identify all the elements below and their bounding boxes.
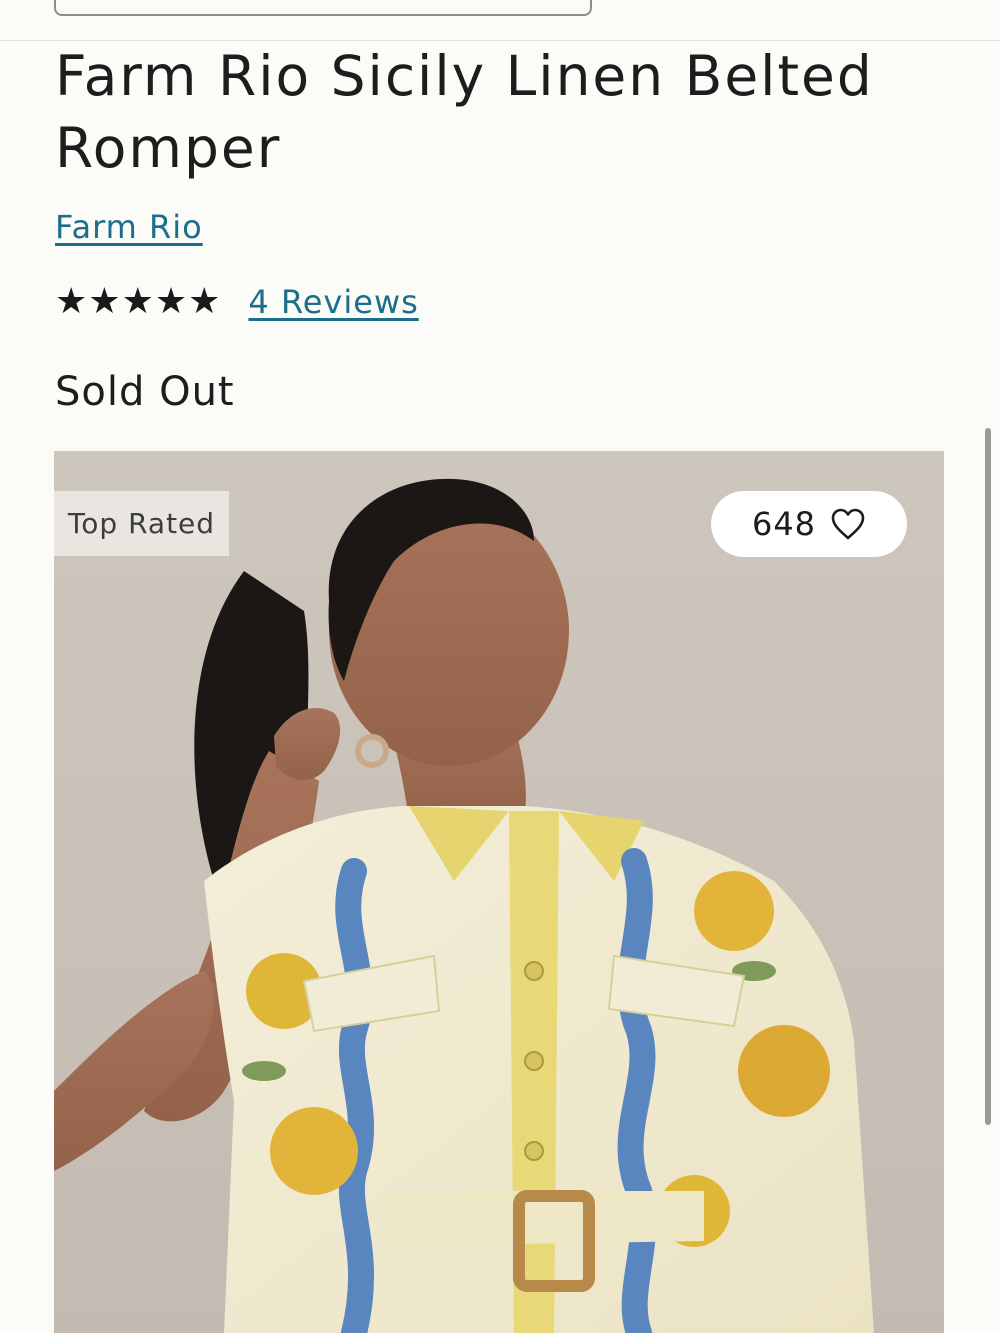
star-icon: ★ xyxy=(188,281,221,322)
scrollbar[interactable] xyxy=(985,428,991,1125)
availability-status: Sold Out xyxy=(55,369,235,415)
star-icon: ★ xyxy=(154,281,188,322)
search-field[interactable] xyxy=(54,0,592,16)
rating-row: ★ ★ ★ ★ ★ 4 Reviews xyxy=(55,282,419,322)
top-rated-badge: Top Rated xyxy=(54,491,229,556)
product-image[interactable] xyxy=(54,451,944,1333)
product-page: Farm Rio Sicily Linen Belted Romper Farm… xyxy=(0,0,1000,1333)
star-icon: ★ xyxy=(88,281,121,322)
star-rating: ★ ★ ★ ★ ★ xyxy=(55,282,220,322)
favorites-count: 648 xyxy=(751,505,817,543)
model-photo xyxy=(54,478,874,1333)
product-title: Farm Rio Sicily Linen Belted Romper xyxy=(55,44,874,180)
reviews-link[interactable]: 4 Reviews xyxy=(248,282,418,322)
heart-outline-icon xyxy=(831,508,865,540)
star-icon: ★ xyxy=(55,281,88,322)
favorite-button[interactable]: 648 xyxy=(711,491,907,557)
brand-link[interactable]: Farm Rio xyxy=(55,205,203,249)
star-icon: ★ xyxy=(121,281,154,322)
